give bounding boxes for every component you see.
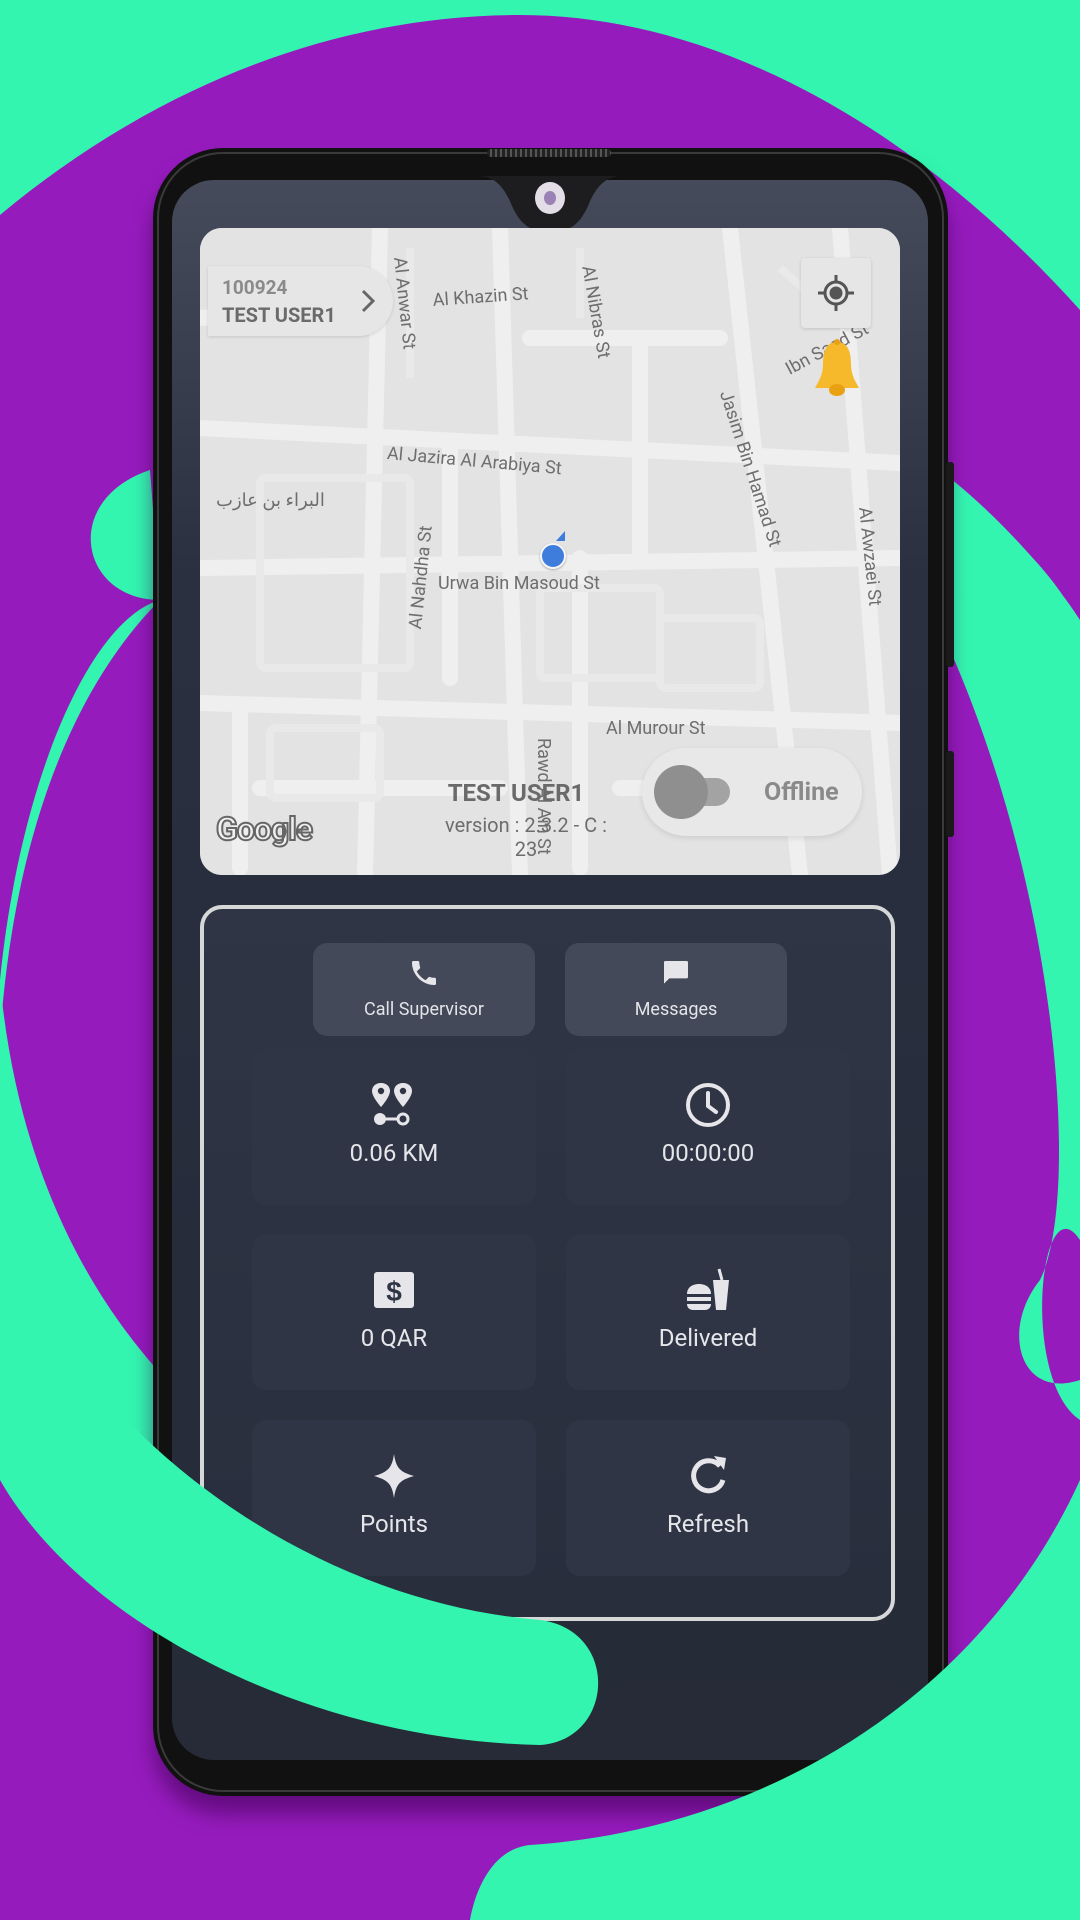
delivered-label: Delivered <box>658 1324 758 1352</box>
bell-icon[interactable] <box>812 338 862 398</box>
street-label: Urwa Bin Masoud St <box>438 573 600 594</box>
power-button <box>946 751 954 837</box>
status-label: Offline <box>764 778 839 807</box>
call-supervisor-button[interactable]: Call Supervisor <box>313 943 535 1036</box>
driver-name: TEST USER1 <box>447 779 585 807</box>
distance-tile[interactable]: 0.06 KM <box>252 1049 536 1205</box>
front-camera <box>535 182 565 214</box>
my-location-icon <box>818 275 854 311</box>
distance-value: 0.06 KM <box>349 1139 439 1167</box>
refresh-tile[interactable]: Refresh <box>566 1420 850 1576</box>
call-supervisor-label: Call Supervisor <box>364 999 484 1020</box>
app-version: version : 2.3.2 - C : 23 <box>445 813 607 861</box>
phone-icon <box>412 961 436 985</box>
messages-label: Messages <box>634 999 718 1020</box>
delivered-tile[interactable]: Delivered <box>566 1234 850 1390</box>
heading-indicator <box>556 531 565 541</box>
duration-tile[interactable]: 00:00:00 <box>566 1049 850 1205</box>
clock-icon <box>686 1083 730 1127</box>
earnings-tile[interactable]: $ 0 QAR <box>252 1234 536 1390</box>
svg-text:$: $ <box>386 1276 402 1307</box>
fastfood-icon <box>687 1268 729 1310</box>
points-tile[interactable]: Points <box>252 1420 536 1576</box>
refresh-label: Refresh <box>666 1510 750 1538</box>
dollar-icon: $ <box>374 1272 414 1308</box>
my-location-button[interactable] <box>801 258 871 328</box>
duration-value: 00:00:00 <box>661 1139 755 1167</box>
message-icon <box>664 961 688 984</box>
current-location-marker <box>540 543 566 569</box>
earnings-value: 0 QAR <box>360 1324 428 1352</box>
route-icon <box>372 1083 412 1126</box>
earpiece-speaker <box>487 149 611 157</box>
street-label: البراء بن عازب <box>216 490 325 511</box>
online-toggle-thumb[interactable] <box>654 765 708 819</box>
user-chip[interactable]: 100924 TEST USER1 <box>208 266 393 336</box>
refresh-icon <box>691 1456 726 1494</box>
chevron-right-icon <box>361 289 376 313</box>
street-label: Al Murour St <box>606 718 706 739</box>
sparkle-icon <box>374 1454 414 1498</box>
points-label: Points <box>359 1510 428 1538</box>
map-view[interactable]: Al Khazin St Al Anwar St Al Nibras St Ib… <box>200 228 900 875</box>
volume-button <box>946 462 954 667</box>
user-name: TEST USER1 <box>222 303 336 327</box>
messages-button[interactable]: Messages <box>565 943 787 1036</box>
google-logo: Google <box>215 809 314 849</box>
online-status-pill: Offline <box>642 748 862 836</box>
user-id: 100924 <box>222 276 288 299</box>
